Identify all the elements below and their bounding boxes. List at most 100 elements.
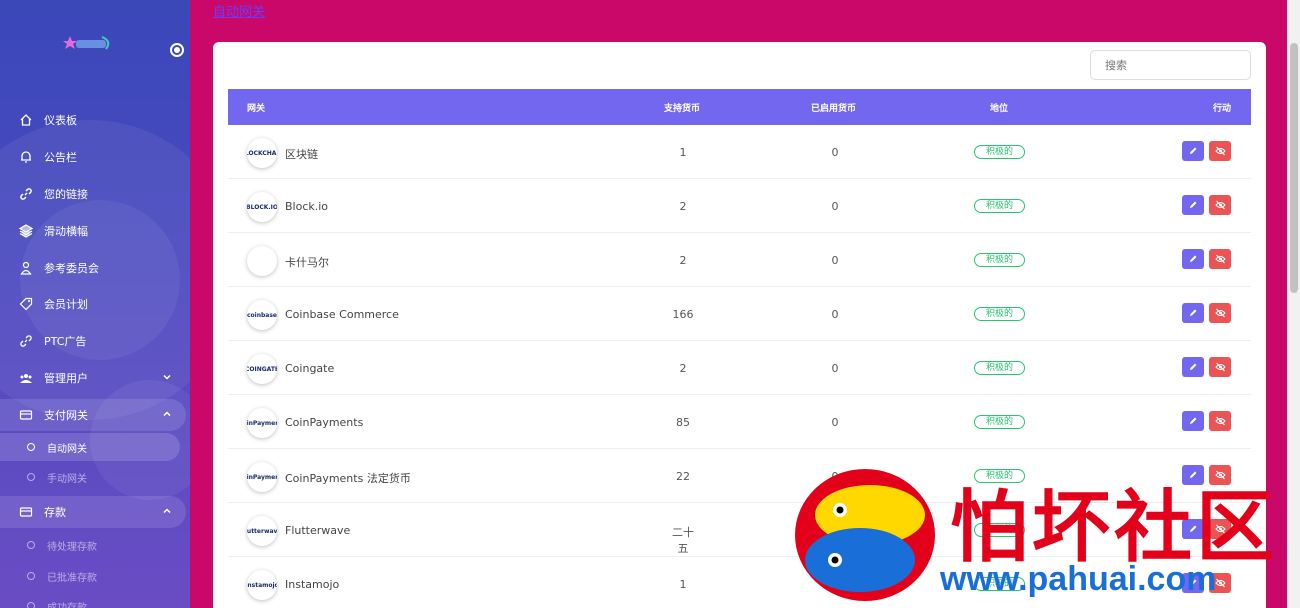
sidebar-item-label: 参考委员会 <box>44 262 99 275</box>
eye-slash-icon <box>1214 362 1226 372</box>
enabled-currency-count: 0 <box>831 416 839 429</box>
supported-currency-count: 1 <box>679 146 687 159</box>
supported-currency-count: 2 <box>679 254 687 267</box>
sidebar-item-banners[interactable]: 滑动横幅 <box>0 215 186 247</box>
table-row: coinbase Coinbase Commerce 166 0 积极的 <box>228 287 1251 341</box>
edit-button[interactable] <box>1182 411 1204 431</box>
users-icon <box>19 371 33 385</box>
sidebar-subitem-label: 已批准存款 <box>47 572 97 584</box>
column-header-action: 行动 <box>1213 104 1232 114</box>
user-tie-icon <box>19 261 33 275</box>
gateway-name: 卡什马尔 <box>285 256 329 269</box>
home-icon <box>19 113 33 127</box>
gateway-name: Coingate <box>285 362 335 375</box>
disable-button[interactable] <box>1209 195 1231 215</box>
gateway-logo: BLOCKCHAIN <box>247 138 277 168</box>
edit-button[interactable] <box>1182 141 1204 161</box>
disable-button[interactable] <box>1209 411 1231 431</box>
sidebar-item-notice[interactable]: 公告栏 <box>0 141 186 173</box>
column-header-supported-currency: 支持货币 <box>664 104 701 114</box>
status-badge: 积极的 <box>974 307 1026 321</box>
sidebar-subitem-successful-deposits[interactable]: 成功存款 <box>0 592 180 608</box>
circle-icon <box>27 572 35 580</box>
sidebar-subitem-manual-gateway[interactable]: 手动网关 <box>0 463 180 491</box>
sidebar-toggle-button[interactable] <box>170 43 184 57</box>
bell-icon <box>19 150 33 164</box>
status-badge: 积极的 <box>974 361 1026 375</box>
circle-icon <box>27 473 35 481</box>
sidebar-item-dashboard[interactable]: 仪表板 <box>0 104 186 136</box>
status-badge: 积极的 <box>974 199 1026 213</box>
sidebar-item-label: 管理用户 <box>44 372 88 385</box>
enabled-currency-count: 0 <box>831 308 839 321</box>
sidebar-subitem-label: 待处理存款 <box>47 541 97 553</box>
layers-icon <box>19 224 33 238</box>
column-header-gateway: 网关 <box>247 104 266 114</box>
sidebar-item-referral[interactable]: 参考委员会 <box>0 252 186 284</box>
sidebar-item-ptc[interactable]: PTC广告 <box>0 325 186 357</box>
link-icon <box>19 334 33 348</box>
supported-currency-count: 22 <box>676 470 690 483</box>
eye-slash-icon <box>1214 146 1226 156</box>
chevron-up-icon <box>163 508 171 514</box>
edit-button[interactable] <box>1182 195 1204 215</box>
sidebar-item-deposits[interactable]: 存款 <box>0 496 186 528</box>
disable-button[interactable] <box>1209 141 1231 161</box>
circle-icon <box>27 443 35 451</box>
sidebar-subitem-automatic-gateway[interactable]: 自动网关 <box>0 433 180 461</box>
edit-button[interactable] <box>1182 303 1204 323</box>
enabled-currency-count: 0 <box>831 200 839 213</box>
gateway-name: Coinbase Commerce <box>285 308 399 321</box>
edit-button[interactable] <box>1182 249 1204 269</box>
sidebar-subitem-pending-deposits[interactable]: 待处理存款 <box>0 531 180 559</box>
sidebar-item-label: 存款 <box>44 506 66 519</box>
sidebar-item-label: 滑动横幅 <box>44 225 88 238</box>
circle-icon <box>27 602 35 608</box>
enabled-currency-count: 0 <box>831 146 839 159</box>
gateway-name: 区块链 <box>285 148 318 161</box>
gateway-logo: flutterwave <box>247 516 277 546</box>
table-header: 网关 支持货币 已启用货币 地位 行动 <box>228 89 1251 125</box>
edit-button[interactable] <box>1182 357 1204 377</box>
table-row: COINGATE Coingate 2 0 积极的 <box>228 341 1251 395</box>
sidebar-item-users[interactable]: 管理用户 <box>0 362 186 394</box>
disable-button[interactable] <box>1209 357 1231 377</box>
page-title[interactable]: 自动网关 <box>213 1 265 20</box>
fish-logo-icon <box>795 469 935 601</box>
watermark: 怕坏社区 www.pahuai.com <box>790 465 1290 608</box>
sidebar-subitem-label: 成功存款 <box>47 602 87 608</box>
enabled-currency-count: 0 <box>831 254 839 267</box>
sidebar: 仪表板 公告栏 您的链接 滑动横幅 参考委员会 会员计划 PTC广告 管理用户 … <box>0 0 190 608</box>
sidebar-item-plans[interactable]: 会员计划 <box>0 288 186 320</box>
watermark-url: www.pahuai.com <box>940 560 1217 598</box>
sidebar-item-payment-gateway[interactable]: 支付网关 <box>0 399 186 431</box>
gateway-name: Instamojo <box>285 578 340 591</box>
table-row: 卡什马尔 2 0 积极的 <box>228 233 1251 287</box>
disable-button[interactable] <box>1209 249 1231 269</box>
column-header-status: 地位 <box>990 104 1009 114</box>
pencil-icon <box>1190 417 1197 424</box>
pencil-icon <box>1190 147 1197 154</box>
circle-icon <box>27 541 35 549</box>
brand-logo[interactable] <box>62 33 114 55</box>
gateway-logo: CoinPayments <box>247 408 277 438</box>
search-input[interactable] <box>1090 50 1251 80</box>
sidebar-item-label: 仪表板 <box>44 114 77 127</box>
status-badge: 积极的 <box>974 145 1026 159</box>
gateway-logo: COINGATE <box>247 354 277 384</box>
scrollbar-thumb[interactable] <box>1290 43 1298 293</box>
sidebar-item-links[interactable]: 您的链接 <box>0 178 186 210</box>
gateway-logo: instamojo <box>247 570 277 600</box>
supported-currency-count: 2 <box>679 362 687 375</box>
gateway-name: CoinPayments 法定货币 <box>285 472 411 485</box>
sidebar-subitem-approved-deposits[interactable]: 已批准存款 <box>0 562 180 590</box>
gateway-name: Block.io <box>285 200 329 213</box>
supported-currency-count: 85 <box>676 416 690 429</box>
eye-slash-icon <box>1214 308 1226 318</box>
pencil-icon <box>1190 363 1197 370</box>
sidebar-item-label: PTC广告 <box>44 335 87 348</box>
pencil-icon <box>1190 309 1197 316</box>
disable-button[interactable] <box>1209 303 1231 323</box>
status-badge: 积极的 <box>974 415 1026 429</box>
link-icon <box>19 187 33 201</box>
